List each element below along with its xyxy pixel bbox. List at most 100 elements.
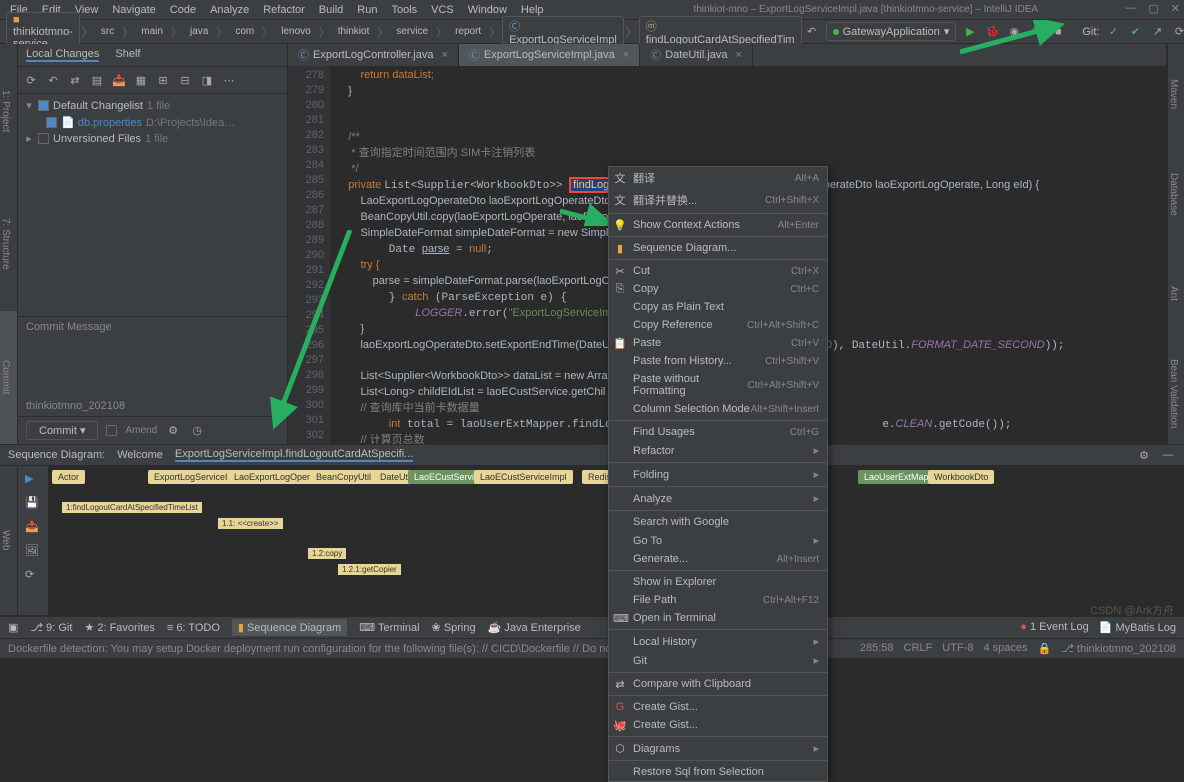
toolwin-structure[interactable]: 7: Structure [0,177,18,310]
bb-javaee[interactable]: ☕ Java Enterprise [488,621,581,634]
menu-build[interactable]: Build [313,2,349,18]
cm-find-usages[interactable]: Find UsagesCtrl+G [609,423,827,441]
checkbox[interactable] [38,133,49,144]
toolwin-bean[interactable]: Bean Validation [1167,344,1184,444]
cm-diagrams[interactable]: ⬡Diagrams▸ [609,739,827,758]
tab-exportlogcontroller[interactable]: ⒸExportLogController.java× [288,44,459,66]
cm-column-mode[interactable]: Column Selection ModeAlt+Shift+Insert [609,400,827,418]
diff-icon[interactable]: ⇄ [66,71,84,89]
cm-translate[interactable]: 文翻译Alt+A [609,167,827,189]
cm-copy-plain[interactable]: Copy as Plain Text [609,298,827,316]
seq-tab-current[interactable]: ExportLogServiceImpl.findLogoutCardAtSpe… [175,448,413,462]
debug-icon[interactable]: 🐞 [984,24,1000,40]
seq-msg-0[interactable]: 1:findLogoutCardAtSpecifiedTimeList [62,502,202,513]
crumb-java[interactable]: java [184,25,214,38]
seq-tab-welcome[interactable]: Welcome [117,449,163,461]
menu-navigate[interactable]: Navigate [106,2,161,18]
toolwin-maven[interactable]: Maven [1167,44,1184,144]
run-seq-icon[interactable]: ▶ [25,472,41,488]
cm-refactor[interactable]: Refactor▸ [609,441,827,460]
cm-search-google[interactable]: Search with Google [609,513,827,531]
menu-tools[interactable]: Tools [385,2,423,18]
tab-dateutil[interactable]: ⒸDateUtil.java× [640,44,753,66]
changelist-icon[interactable]: ▤ [88,71,106,89]
collapse-icon[interactable]: ⊟ [176,71,194,89]
refresh-icon[interactable]: ⟳ [22,71,40,89]
group-icon[interactable]: ▦ [132,71,150,89]
tab-shelf[interactable]: Shelf [115,48,140,62]
export-icon[interactable]: 📤 [25,520,41,536]
checkbox[interactable] [46,117,57,128]
crumb-src[interactable]: src [95,25,120,38]
status-pos[interactable]: 285:58 [860,642,894,655]
toolwin-database[interactable]: Database [1167,144,1184,244]
changelist-row[interactable]: ▾ Default Changelist 1 file [22,98,283,113]
chevron-right-icon[interactable]: ▸ [24,132,34,145]
cm-gist2[interactable]: 🐙Create Gist... [609,716,827,734]
cm-compare-clipboard[interactable]: ⇄Compare with Clipboard [609,675,827,693]
lifeline-actor[interactable]: Actor [52,470,85,484]
cm-gist1[interactable]: GCreate Gist... [609,698,827,716]
lifeline-workbookdto[interactable]: WorkbookDto [928,470,994,484]
commit-icon[interactable]: ✔ [1127,24,1143,40]
gear-icon[interactable]: ⚙ [165,423,181,439]
toolwin-project[interactable]: 1: Project [0,44,18,177]
unversioned-row[interactable]: ▸ Unversioned Files 1 file [22,131,283,146]
toolwin-web[interactable]: Web [0,466,18,615]
hide-icon[interactable]: — [1160,447,1176,463]
checkbox[interactable] [38,100,49,111]
update-icon[interactable]: ✓ [1105,24,1121,40]
toolwin-ant[interactable]: Ant [1167,244,1184,344]
close-icon[interactable]: × [623,49,629,61]
push-icon[interactable]: ↗ [1149,24,1165,40]
cm-show-explorer[interactable]: Show in Explorer [609,573,827,591]
shelve-icon[interactable]: 📥 [110,71,128,89]
bb-spring[interactable]: ❀ Spring [432,621,476,634]
cm-paste-history[interactable]: Paste from History...Ctrl+Shift+V [609,352,827,370]
coverage-icon[interactable]: ◉ [1006,24,1022,40]
maximize-icon[interactable]: ▢ [1148,2,1158,15]
run-config-selector[interactable]: GatewayApplication ▾ [826,22,957,41]
cm-file-path[interactable]: File PathCtrl+Alt+F12 [609,591,827,609]
cm-open-terminal[interactable]: ⌨Open in Terminal [609,609,827,627]
lifeline-ecustimpl[interactable]: LaoECustServiceImpl [474,470,573,484]
bb-eventlog[interactable]: ● 1 Event Log [1020,621,1088,634]
status-eol[interactable]: CRLF [904,642,933,655]
gear-icon[interactable]: ⚙ [1136,447,1152,463]
back-icon[interactable]: ↶ [804,24,820,40]
seq-msg-1[interactable]: 1.1: <<create>> [218,518,283,529]
save-icon[interactable]: 💾 [25,496,41,512]
history-icon[interactable]: ⟳ [1171,24,1184,40]
bb-seqdiagram[interactable]: ▮ Sequence Diagram [232,619,347,636]
more-icon[interactable]: ⋯ [220,71,238,89]
status-enc[interactable]: UTF-8 [942,642,973,655]
close-icon[interactable]: ✕ [1171,2,1180,15]
expand-icon[interactable]: ⊞ [154,71,172,89]
cm-paste-noformat[interactable]: Paste without FormattingCtrl+Alt+Shift+V [609,370,827,400]
bb-todo[interactable]: ≡ 6: TODO [167,622,220,634]
menu-analyze[interactable]: Analyze [204,2,255,18]
crumb-method[interactable]: ⓜ findLogoutCardAtSpecifiedTim [639,16,802,48]
tab-local-changes[interactable]: Local Changes [26,48,99,62]
bb-favorites[interactable]: ★ 2: Favorites [84,621,154,634]
cm-goto[interactable]: Go To▸ [609,531,827,550]
cm-copy-ref[interactable]: Copy ReferenceCtrl+Alt+Shift+C [609,316,827,334]
cm-git[interactable]: Git▸ [609,651,827,670]
cm-paste[interactable]: 📋PasteCtrl+V [609,334,827,352]
crumb-class[interactable]: Ⓒ ExportLogServiceImpl [502,16,624,48]
cm-copy[interactable]: ⎘CopyCtrl+C [609,280,827,298]
changed-file-row[interactable]: 📄 db.properties D:\Projects\IdeaProjects… [22,113,283,131]
bb-mybatis[interactable]: 📄 MyBatis Log [1099,621,1176,634]
cm-sequence-diagram[interactable]: ▮Sequence Diagram... [609,239,827,257]
menu-refactor[interactable]: Refactor [257,2,311,18]
cm-translate-replace[interactable]: 文翻译并替换...Ctrl+Shift+X [609,189,827,211]
cm-cut[interactable]: ✂CutCtrl+X [609,262,827,280]
menu-vcs[interactable]: VCS [425,2,460,18]
crumb-main[interactable]: main [135,25,169,38]
cm-context-actions[interactable]: 💡Show Context ActionsAlt+Enter [609,216,827,234]
rollback-icon[interactable]: ↶ [44,71,62,89]
profile-icon[interactable]: ⏱ [1028,24,1044,40]
gutter[interactable]: 2782792802812822832842852862872882892902… [288,66,330,444]
stop-icon[interactable]: ■ [1050,24,1066,40]
crumb-lenovo[interactable]: lenovo [275,25,316,38]
